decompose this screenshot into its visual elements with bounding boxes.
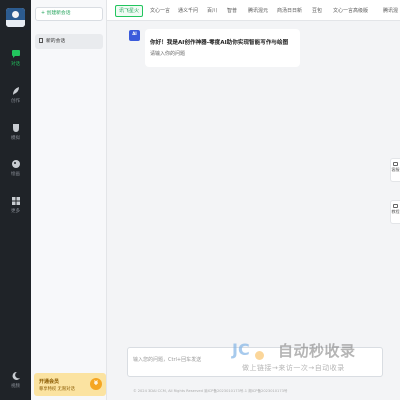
promo-subtitle: 尊享特权 无限对话 xyxy=(39,387,75,392)
left-rail: 对话 创作 模拟 绘画 更多 视频 xyxy=(0,0,31,400)
headset-icon xyxy=(393,162,398,166)
feather-icon xyxy=(12,87,19,95)
rail-item-create[interactable]: 创作 xyxy=(0,86,31,112)
greeting-subtext: 请输入你的问题 xyxy=(150,51,186,57)
tab-doubao[interactable]: 豆包 xyxy=(312,5,322,17)
message-input[interactable]: 输入您的问题，Ctrl+回车发送 xyxy=(127,347,383,377)
footer-text: © 2024 3DAI CCM, All Rights Reserved 渝IC… xyxy=(133,389,288,393)
tab-wenxin[interactable]: 文心一言 xyxy=(150,5,170,17)
rail-item-video[interactable]: 视频 xyxy=(0,371,31,397)
rail-item-chat[interactable]: 对话 xyxy=(0,49,31,75)
book-icon xyxy=(393,204,398,208)
rail-item-label: 绘画 xyxy=(11,172,20,177)
rail-item-label: 更多 xyxy=(11,209,20,214)
promo-title: 开通会员 xyxy=(39,379,60,385)
mask-icon xyxy=(12,124,19,132)
palette-icon xyxy=(11,160,20,168)
session-item[interactable]: 新的会话 xyxy=(35,34,103,49)
tutorial-button[interactable]: 教程 xyxy=(390,200,400,224)
document-icon xyxy=(39,37,43,43)
tab-hunyuan-2[interactable]: 腾讯混 xyxy=(383,5,398,17)
tab-zhipu[interactable]: 智普 xyxy=(227,5,237,17)
bot-message: 你好！我是AI创作神器-零度AI助你实现智能写作与绘图 请输入你的问题 xyxy=(145,29,300,67)
membership-promo[interactable]: 开通会员 尊享特权 无限对话 ¥ xyxy=(34,373,106,396)
chat-icon xyxy=(11,50,20,58)
rail-item-paint[interactable]: 绘画 xyxy=(0,159,31,185)
app-logo[interactable] xyxy=(6,8,25,27)
input-placeholder: 输入您的问题，Ctrl+回车发送 xyxy=(133,357,202,363)
app-root: 对话 创作 模拟 绘画 更多 视频 + 创建新会话 新的会话 开通会员 尊享特权… xyxy=(0,0,400,400)
new-session-button[interactable]: + 创建新会话 xyxy=(35,7,103,21)
tab-shangtang[interactable]: 商汤日日新 xyxy=(277,5,302,17)
tab-baichuan[interactable]: 百川 xyxy=(207,5,217,17)
service-label: 客服 xyxy=(391,167,400,172)
moon-icon xyxy=(12,371,20,380)
rail-item-label: 创作 xyxy=(11,99,20,104)
coin-icon: ¥ xyxy=(90,378,102,390)
bot-avatar: AI xyxy=(129,30,140,41)
rail-item-label: 模拟 xyxy=(11,136,20,141)
model-tabs: 讯飞星火 文心一言 通义千问 百川 智普 腾讯混元 商汤日日新 豆包 文心一言高… xyxy=(107,0,400,21)
chat-area xyxy=(107,21,400,400)
tab-wenxin-pro[interactable]: 文心一言高级版 xyxy=(333,5,368,17)
greeting-text: 你好！我是AI创作神器-零度AI助你实现智能写作与绘图 xyxy=(150,40,289,46)
rail-item-simulate[interactable]: 模拟 xyxy=(0,123,31,149)
tab-hunyuan[interactable]: 腾讯混元 xyxy=(248,5,268,17)
grid-icon xyxy=(11,197,20,205)
rail-item-more[interactable]: 更多 xyxy=(0,196,31,222)
session-panel: + 创建新会话 新的会话 xyxy=(31,0,107,400)
service-button[interactable]: 客服 xyxy=(390,158,400,182)
tab-tongyi[interactable]: 通义千问 xyxy=(178,5,198,17)
tutorial-label: 教程 xyxy=(391,209,400,214)
rail-item-label: 视频 xyxy=(11,384,20,389)
rail-item-label: 对话 xyxy=(11,62,20,67)
tab-xunfei[interactable]: 讯飞星火 xyxy=(115,5,144,17)
session-label: 新的会话 xyxy=(46,39,66,44)
